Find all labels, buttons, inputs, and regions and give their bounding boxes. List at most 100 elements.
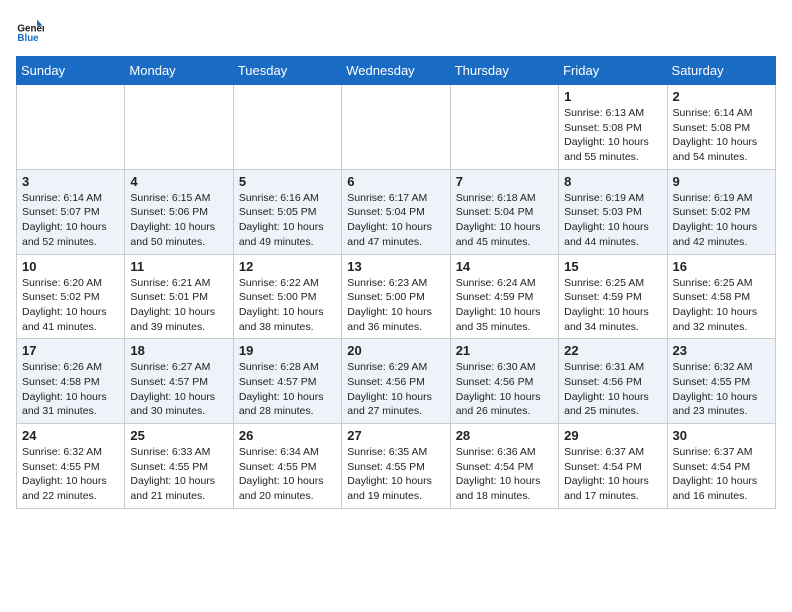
day-info: Sunrise: 6:22 AM Sunset: 5:00 PM Dayligh…	[239, 276, 336, 335]
day-number: 11	[130, 259, 227, 274]
calendar-week-row: 1Sunrise: 6:13 AM Sunset: 5:08 PM Daylig…	[17, 85, 776, 170]
day-info: Sunrise: 6:16 AM Sunset: 5:05 PM Dayligh…	[239, 191, 336, 250]
calendar-cell: 3Sunrise: 6:14 AM Sunset: 5:07 PM Daylig…	[17, 169, 125, 254]
day-number: 8	[564, 174, 661, 189]
day-number: 28	[456, 428, 553, 443]
day-info: Sunrise: 6:25 AM Sunset: 4:59 PM Dayligh…	[564, 276, 661, 335]
day-header-thursday: Thursday	[450, 57, 558, 85]
calendar-week-row: 24Sunrise: 6:32 AM Sunset: 4:55 PM Dayli…	[17, 424, 776, 509]
day-header-friday: Friday	[559, 57, 667, 85]
day-info: Sunrise: 6:15 AM Sunset: 5:06 PM Dayligh…	[130, 191, 227, 250]
calendar-cell: 5 Sunrise: 6:16 AM Sunset: 5:05 PM Daylig…	[233, 169, 341, 254]
day-info: Sunrise: 6:30 AM Sunset: 4:56 PM Dayligh…	[456, 360, 553, 419]
calendar-cell	[17, 85, 125, 170]
day-number: 4	[130, 174, 227, 189]
calendar-week-row: 3Sunrise: 6:14 AM Sunset: 5:07 PM Daylig…	[17, 169, 776, 254]
calendar-cell: 8 Sunrise: 6:19 AM Sunset: 5:03 PM Daylig…	[559, 169, 667, 254]
calendar-cell: 29Sunrise: 6:37 AM Sunset: 4:54 PM Dayli…	[559, 424, 667, 509]
day-info: Sunrise: 6:19 AM Sunset: 5:02 PM Dayligh…	[673, 191, 770, 250]
calendar-cell: 1Sunrise: 6:13 AM Sunset: 5:08 PM Daylig…	[559, 85, 667, 170]
day-info: Sunrise: 6:28 AM Sunset: 4:57 PM Dayligh…	[239, 360, 336, 419]
calendar-cell: 28 Sunrise: 6:36 AM Sunset: 4:54 PM Dayli…	[450, 424, 558, 509]
day-info: Sunrise: 6:14 AM Sunset: 5:08 PM Dayligh…	[673, 106, 770, 165]
day-number: 13	[347, 259, 444, 274]
calendar: SundayMondayTuesdayWednesdayThursdayFrid…	[16, 56, 776, 509]
day-number: 25	[130, 428, 227, 443]
day-number: 7	[456, 174, 553, 189]
calendar-cell: 18 Sunrise: 6:27 AM Sunset: 4:57 PM Dayli…	[125, 339, 233, 424]
logo: General Blue	[16, 16, 48, 44]
page-header: General Blue	[16, 16, 776, 44]
day-info: Sunrise: 6:33 AM Sunset: 4:55 PM Dayligh…	[130, 445, 227, 504]
day-info: Sunrise: 6:19 AM Sunset: 5:03 PM Dayligh…	[564, 191, 661, 250]
calendar-cell: 27 Sunrise: 6:35 AM Sunset: 4:55 PM Dayli…	[342, 424, 450, 509]
day-number: 16	[673, 259, 770, 274]
calendar-cell	[125, 85, 233, 170]
day-info: Sunrise: 6:32 AM Sunset: 4:55 PM Dayligh…	[673, 360, 770, 419]
day-number: 10	[22, 259, 119, 274]
calendar-cell: 16 Sunrise: 6:25 AM Sunset: 4:58 PM Dayli…	[667, 254, 775, 339]
day-info: Sunrise: 6:23 AM Sunset: 5:00 PM Dayligh…	[347, 276, 444, 335]
day-info: Sunrise: 6:24 AM Sunset: 4:59 PM Dayligh…	[456, 276, 553, 335]
day-info: Sunrise: 6:26 AM Sunset: 4:58 PM Dayligh…	[22, 360, 119, 419]
calendar-cell: 4 Sunrise: 6:15 AM Sunset: 5:06 PM Daylig…	[125, 169, 233, 254]
day-info: Sunrise: 6:20 AM Sunset: 5:02 PM Dayligh…	[22, 276, 119, 335]
calendar-cell: 26Sunrise: 6:34 AM Sunset: 4:55 PM Dayli…	[233, 424, 341, 509]
day-info: Sunrise: 6:21 AM Sunset: 5:01 PM Dayligh…	[130, 276, 227, 335]
calendar-cell: 10 Sunrise: 6:20 AM Sunset: 5:02 PM Dayli…	[17, 254, 125, 339]
day-info: Sunrise: 6:17 AM Sunset: 5:04 PM Dayligh…	[347, 191, 444, 250]
day-header-sunday: Sunday	[17, 57, 125, 85]
calendar-week-row: 10 Sunrise: 6:20 AM Sunset: 5:02 PM Dayli…	[17, 254, 776, 339]
day-info: Sunrise: 6:36 AM Sunset: 4:54 PM Dayligh…	[456, 445, 553, 504]
day-number: 2	[673, 89, 770, 104]
calendar-cell: 6 Sunrise: 6:17 AM Sunset: 5:04 PM Daylig…	[342, 169, 450, 254]
day-info: Sunrise: 6:37 AM Sunset: 4:54 PM Dayligh…	[673, 445, 770, 504]
calendar-cell: 15 Sunrise: 6:25 AM Sunset: 4:59 PM Dayli…	[559, 254, 667, 339]
day-number: 30	[673, 428, 770, 443]
day-info: Sunrise: 6:31 AM Sunset: 4:56 PM Dayligh…	[564, 360, 661, 419]
svg-text:Blue: Blue	[17, 33, 39, 44]
day-number: 5	[239, 174, 336, 189]
calendar-cell: 17 Sunrise: 6:26 AM Sunset: 4:58 PM Dayli…	[17, 339, 125, 424]
calendar-cell	[233, 85, 341, 170]
calendar-cell: 30 Sunrise: 6:37 AM Sunset: 4:54 PM Dayli…	[667, 424, 775, 509]
calendar-header-row: SundayMondayTuesdayWednesdayThursdayFrid…	[17, 57, 776, 85]
day-number: 26	[239, 428, 336, 443]
logo-icon: General Blue	[16, 16, 44, 44]
day-header-tuesday: Tuesday	[233, 57, 341, 85]
day-number: 19	[239, 343, 336, 358]
day-info: Sunrise: 6:27 AM Sunset: 4:57 PM Dayligh…	[130, 360, 227, 419]
calendar-cell: 7 Sunrise: 6:18 AM Sunset: 5:04 PM Daylig…	[450, 169, 558, 254]
day-header-wednesday: Wednesday	[342, 57, 450, 85]
calendar-cell	[450, 85, 558, 170]
calendar-cell: 2 Sunrise: 6:14 AM Sunset: 5:08 PM Daylig…	[667, 85, 775, 170]
day-number: 12	[239, 259, 336, 274]
calendar-cell: 20Sunrise: 6:29 AM Sunset: 4:56 PM Dayli…	[342, 339, 450, 424]
calendar-cell: 21 Sunrise: 6:30 AM Sunset: 4:56 PM Dayli…	[450, 339, 558, 424]
calendar-cell: 9Sunrise: 6:19 AM Sunset: 5:02 PM Daylig…	[667, 169, 775, 254]
day-header-saturday: Saturday	[667, 57, 775, 85]
day-number: 18	[130, 343, 227, 358]
calendar-cell: 12 Sunrise: 6:22 AM Sunset: 5:00 PM Dayli…	[233, 254, 341, 339]
day-number: 15	[564, 259, 661, 274]
day-info: Sunrise: 6:13 AM Sunset: 5:08 PM Dayligh…	[564, 106, 661, 165]
day-info: Sunrise: 6:29 AM Sunset: 4:56 PM Dayligh…	[347, 360, 444, 419]
day-info: Sunrise: 6:14 AM Sunset: 5:07 PM Dayligh…	[22, 191, 119, 250]
day-number: 6	[347, 174, 444, 189]
calendar-cell: 24Sunrise: 6:32 AM Sunset: 4:55 PM Dayli…	[17, 424, 125, 509]
calendar-cell: 22 Sunrise: 6:31 AM Sunset: 4:56 PM Dayli…	[559, 339, 667, 424]
day-info: Sunrise: 6:32 AM Sunset: 4:55 PM Dayligh…	[22, 445, 119, 504]
day-number: 21	[456, 343, 553, 358]
day-info: Sunrise: 6:37 AM Sunset: 4:54 PM Dayligh…	[564, 445, 661, 504]
calendar-cell: 25 Sunrise: 6:33 AM Sunset: 4:55 PM Dayli…	[125, 424, 233, 509]
day-number: 22	[564, 343, 661, 358]
day-info: Sunrise: 6:25 AM Sunset: 4:58 PM Dayligh…	[673, 276, 770, 335]
day-number: 27	[347, 428, 444, 443]
day-number: 14	[456, 259, 553, 274]
day-number: 23	[673, 343, 770, 358]
day-number: 17	[22, 343, 119, 358]
day-info: Sunrise: 6:18 AM Sunset: 5:04 PM Dayligh…	[456, 191, 553, 250]
calendar-cell: 14 Sunrise: 6:24 AM Sunset: 4:59 PM Dayli…	[450, 254, 558, 339]
day-info: Sunrise: 6:35 AM Sunset: 4:55 PM Dayligh…	[347, 445, 444, 504]
calendar-cell: 13 Sunrise: 6:23 AM Sunset: 5:00 PM Dayli…	[342, 254, 450, 339]
